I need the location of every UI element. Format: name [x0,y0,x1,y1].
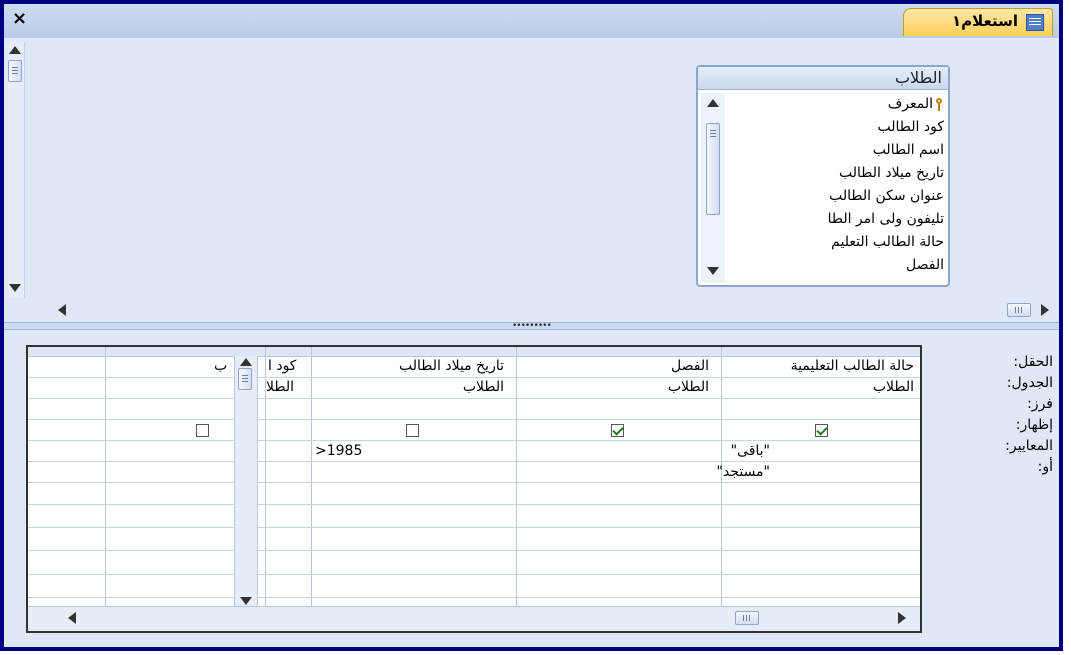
field-list-item-id[interactable]: المعرف [736,93,944,116]
scroll-thumb[interactable] [735,611,759,625]
scroll-down-icon[interactable] [9,284,21,292]
scroll-thumb[interactable] [8,60,22,82]
table-field-list-title[interactable]: الطلاب [698,67,948,90]
tab-bar: × استعلام١ [4,4,1059,39]
pane-splitter[interactable]: ••••••••• [4,322,1059,331]
tab-label: استعلام١ [951,12,1018,30]
close-icon[interactable]: × [12,8,27,29]
splitter-grip[interactable]: ••••••••• [512,322,552,331]
scroll-thumb[interactable] [1007,303,1031,317]
query-icon [1026,14,1044,31]
primary-key-icon [935,97,944,111]
scroll-up-icon[interactable] [240,358,252,366]
scroll-left-icon[interactable] [58,304,66,316]
scroll-thumb[interactable] [706,123,720,215]
grid-field-cell[interactable]: تاريخ ميلاد الطالب [399,358,504,374]
grid-table-cell[interactable]: الطلاب [463,379,504,395]
row-label-or: أو: [1037,459,1053,475]
grid-horizontal-scrollbar[interactable] [28,606,920,631]
grid-field-cell[interactable]: الفصل [671,358,709,374]
scroll-down-icon[interactable] [240,597,252,605]
grid-field-cell-tail[interactable]: ب [214,358,227,374]
row-label-field: الحقل: [1013,354,1053,370]
field-list-item[interactable]: كود الطالب [736,116,945,139]
grid-criteria-cell[interactable]: >1985 [315,443,362,459]
field-list-item[interactable]: عنوان سكن الطالب [736,185,944,208]
scroll-thumb[interactable] [238,368,252,390]
row-label-criteria: المعايير: [1005,438,1053,454]
row-label-show: إظهار: [1015,417,1053,433]
table-pane: الطلاب المعرف كود الطالب اسم الطالب تاري… [4,38,1059,323]
row-label-sort: فرز: [1027,396,1053,412]
show-checkbox[interactable] [196,424,209,437]
table-field-list-students[interactable]: الطلاب المعرف كود الطالب اسم الطالب تاري… [696,65,950,287]
column-selector[interactable] [28,347,920,357]
query-design-grid: حالة الطالب التعليمية الطلاب "باقى" "مست… [26,345,922,633]
grid-row-labels: الحقل: الجدول: فرز: إظهار: المعايير: أو: [953,352,1053,478]
show-checkbox[interactable] [815,424,828,437]
field-list-item[interactable]: اسم الطالب [736,139,944,162]
grid-vertical-scrollbar[interactable] [234,356,258,611]
grid-or-cell[interactable]: "مستجد" [717,464,770,480]
grid-table-cell[interactable]: الطلاب [668,379,709,395]
field-list-item[interactable]: حالة الطالب التعليم [736,231,944,254]
scroll-down-icon[interactable] [707,267,719,275]
field-list-item[interactable]: تليفون ولى امر الطا [736,208,944,231]
field-list-item[interactable]: تاريخ ميلاد الطالب [736,162,944,185]
scroll-up-icon[interactable] [707,99,719,107]
scroll-right-icon[interactable] [1041,304,1049,316]
field-list: المعرف كود الطالب اسم الطالب تاريخ ميلاد… [736,93,944,283]
table-pane-vertical-scrollbar[interactable] [6,42,25,298]
grid-field-cell[interactable]: كود ا [268,358,296,374]
table-pane-horizontal-scrollbar[interactable] [46,300,1053,320]
scroll-right-icon[interactable] [898,612,906,624]
row-label-table: الجدول: [1006,375,1053,391]
tab-query1[interactable]: استعلام١ [903,8,1053,36]
grid-table-cell[interactable]: الطلا [266,379,294,395]
field-list-scrollbar[interactable] [701,93,725,283]
grid-criteria-cell[interactable]: "باقى" [731,443,770,459]
field-list-item[interactable]: الفصل [736,254,944,277]
grid-field-cell[interactable]: حالة الطالب التعليمية [791,358,914,374]
query-design-window: × استعلام١ الطلاب المعرف كود الطالب اسم … [0,0,1063,651]
show-checkbox[interactable] [611,424,624,437]
design-grid-pane: الحقل: الجدول: فرز: إظهار: المعايير: أو: [4,330,1059,647]
show-checkbox[interactable] [406,424,419,437]
grid-table-cell[interactable]: الطلاب [873,379,914,395]
scroll-up-icon[interactable] [9,46,21,54]
scroll-left-icon[interactable] [68,612,76,624]
